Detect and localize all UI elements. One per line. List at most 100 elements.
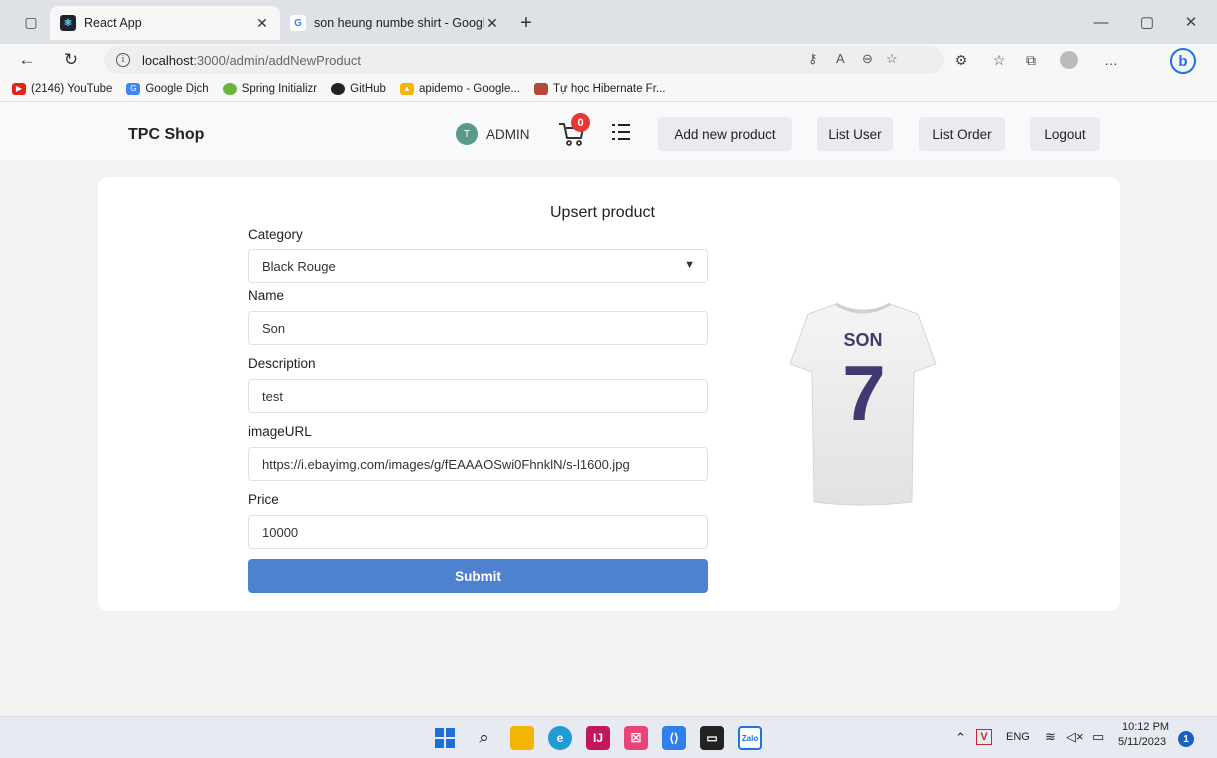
browser-tab-strip: ▢ ⚛ React App ✕ G son heung numbe shirt … bbox=[0, 0, 1217, 44]
tab-title: React App bbox=[84, 16, 142, 30]
image-url-input[interactable]: https://i.ebayimg.com/images/g/fEAAAOSwi… bbox=[248, 447, 708, 481]
collections-icon[interactable]: ⧉ bbox=[1020, 50, 1042, 70]
bookmark-apidemo[interactable]: ▲ apidemo - Google... bbox=[399, 82, 520, 95]
product-image-preview: SON 7 bbox=[789, 302, 937, 506]
search-icon[interactable]: ⌕ bbox=[472, 726, 496, 750]
hibernate-icon bbox=[533, 82, 548, 95]
translate-icon: G bbox=[126, 82, 141, 95]
bookmark-label: Spring Initializr bbox=[241, 82, 318, 95]
list-user-button[interactable]: List User bbox=[817, 117, 893, 151]
url-host: localhost bbox=[142, 52, 194, 68]
bookmark-github[interactable]: GitHub bbox=[331, 82, 386, 95]
language-indicator[interactable]: ENG bbox=[1006, 731, 1030, 743]
bing-chat-icon[interactable]: b bbox=[1170, 48, 1196, 74]
terminal-icon[interactable]: ▭ bbox=[700, 726, 724, 750]
bookmark-spring-initializr[interactable]: Spring Initializr bbox=[222, 82, 318, 95]
favorite-star-icon[interactable]: ☆ bbox=[886, 51, 898, 67]
favorites-icon[interactable]: ☆ bbox=[988, 50, 1010, 70]
spring-icon bbox=[222, 82, 237, 95]
tab-google-search[interactable]: G son heung numbe shirt - Google ✕ bbox=[280, 6, 510, 40]
profile-avatar-icon[interactable] bbox=[1060, 51, 1078, 69]
brand-link[interactable]: TPC Shop bbox=[128, 126, 204, 144]
description-input-value: test bbox=[262, 388, 283, 404]
tray-app-icon[interactable]: V bbox=[976, 729, 992, 745]
bookmarks-bar: ▶ (2146) YouTube G Google Dịch Spring In… bbox=[0, 76, 1217, 102]
price-input-value: 10000 bbox=[262, 524, 299, 540]
file-explorer-icon[interactable] bbox=[510, 726, 534, 750]
name-input[interactable]: Son bbox=[248, 311, 708, 345]
browser-toolbar: ← ↻ i localhost:3000/admin/addNewProduct… bbox=[0, 44, 1217, 76]
chevron-down-icon: ▼ bbox=[684, 259, 695, 271]
refresh-icon[interactable]: ↻ bbox=[58, 47, 84, 73]
tab-actions-icon[interactable]: ▢ bbox=[18, 10, 44, 34]
cart-count-badge: 0 bbox=[571, 113, 590, 132]
vscode-icon[interactable]: ⟨⟩ bbox=[662, 726, 686, 750]
bookmark-hibernate[interactable]: Tự học Hibernate Fr... bbox=[533, 82, 665, 95]
google-drive-icon: ▲ bbox=[399, 82, 414, 95]
back-arrow-icon[interactable]: ← bbox=[14, 47, 40, 73]
wifi-icon[interactable]: ≋ bbox=[1045, 729, 1056, 745]
new-tab-button[interactable]: + bbox=[514, 12, 538, 34]
close-window-button[interactable]: ✕ bbox=[1168, 8, 1214, 36]
volume-muted-icon[interactable]: ◁× bbox=[1066, 729, 1084, 745]
github-icon bbox=[331, 82, 346, 95]
battery-icon[interactable]: ▭ bbox=[1092, 729, 1104, 745]
edge-browser-icon[interactable]: e bbox=[548, 726, 572, 750]
bookmark-label: GitHub bbox=[350, 82, 386, 95]
tab-react-app[interactable]: ⚛ React App ✕ bbox=[50, 6, 280, 40]
name-label: Name bbox=[248, 288, 285, 303]
shirt-name-text: SON bbox=[843, 330, 882, 350]
description-input[interactable]: test bbox=[248, 379, 708, 413]
youtube-icon: ▶ bbox=[12, 82, 26, 95]
bookmark-label: (2146) YouTube bbox=[31, 82, 113, 95]
clock-time[interactable]: 10:12 PM bbox=[1122, 721, 1169, 733]
image-url-label: imageURL bbox=[248, 424, 312, 439]
price-label: Price bbox=[248, 492, 279, 507]
tab-close-icon[interactable]: ✕ bbox=[254, 15, 270, 32]
zoom-icon[interactable]: ⊖ bbox=[862, 51, 873, 67]
bookmark-google-translate[interactable]: G Google Dịch bbox=[126, 82, 209, 95]
google-icon: G bbox=[290, 15, 306, 31]
name-input-value: Son bbox=[262, 320, 286, 336]
user-label[interactable]: ADMIN bbox=[486, 127, 530, 142]
minimize-button[interactable]: — bbox=[1078, 8, 1124, 36]
description-label: Description bbox=[248, 356, 316, 371]
bookmark-label: Google Dịch bbox=[145, 82, 209, 95]
extensions-icon[interactable]: ⚙ bbox=[950, 50, 972, 70]
category-selected-value: Black Rouge bbox=[262, 258, 336, 274]
category-label: Category bbox=[248, 227, 303, 242]
notification-badge[interactable]: 1 bbox=[1178, 731, 1194, 747]
category-select[interactable]: Black Rouge ▼ bbox=[248, 249, 708, 283]
app-navbar: TPC Shop T ADMIN 0 Add new product List … bbox=[0, 102, 1217, 160]
image-url-input-value: https://i.ebayimg.com/images/g/fEAAAOSwi… bbox=[262, 456, 630, 472]
bookmark-label: apidemo - Google... bbox=[418, 82, 520, 95]
react-icon: ⚛ bbox=[60, 15, 76, 31]
zalo-icon[interactable]: Zalo bbox=[738, 726, 762, 750]
price-input[interactable]: 10000 bbox=[248, 515, 708, 549]
windows-taskbar: ⌕ e IJ ☒ ⟨⟩ ▭ Zalo ⌃ V ENG ≋ ◁× ▭ 10:12 … bbox=[0, 716, 1217, 758]
clock-date[interactable]: 5/11/2023 bbox=[1118, 736, 1166, 748]
logout-button[interactable]: Logout bbox=[1030, 117, 1100, 151]
list-order-button[interactable]: List Order bbox=[919, 117, 1005, 151]
add-new-product-button[interactable]: Add new product bbox=[658, 117, 792, 151]
shirt-number-text: 7 bbox=[842, 349, 885, 437]
intellij-icon[interactable]: IJ bbox=[586, 726, 610, 750]
windows-start-icon[interactable] bbox=[433, 726, 457, 750]
form-title: Upsert product bbox=[550, 204, 655, 221]
more-menu-icon[interactable]: … bbox=[1100, 50, 1122, 70]
app-icon[interactable]: ☒ bbox=[624, 726, 648, 750]
submit-button[interactable]: Submit bbox=[248, 559, 708, 593]
site-info-icon[interactable]: i bbox=[116, 53, 130, 67]
bookmark-youtube[interactable]: ▶ (2146) YouTube bbox=[12, 82, 113, 95]
order-list-icon[interactable] bbox=[610, 121, 632, 143]
url-path: :3000/admin/addNewProduct bbox=[193, 52, 361, 68]
tray-chevron-up-icon[interactable]: ⌃ bbox=[955, 730, 966, 746]
upsert-product-card: Upsert product Category Black Rouge ▼ Na… bbox=[98, 177, 1120, 611]
address-bar[interactable]: i localhost:3000/admin/addNewProduct bbox=[104, 46, 944, 74]
tab-close-icon[interactable]: ✕ bbox=[484, 15, 500, 32]
read-aloud-icon[interactable]: A bbox=[836, 51, 845, 66]
maximize-button[interactable]: ▢ bbox=[1124, 8, 1170, 36]
key-icon[interactable]: ⚷ bbox=[808, 51, 818, 67]
user-avatar: T bbox=[456, 123, 478, 145]
tab-title: son heung numbe shirt - Google bbox=[314, 16, 484, 30]
